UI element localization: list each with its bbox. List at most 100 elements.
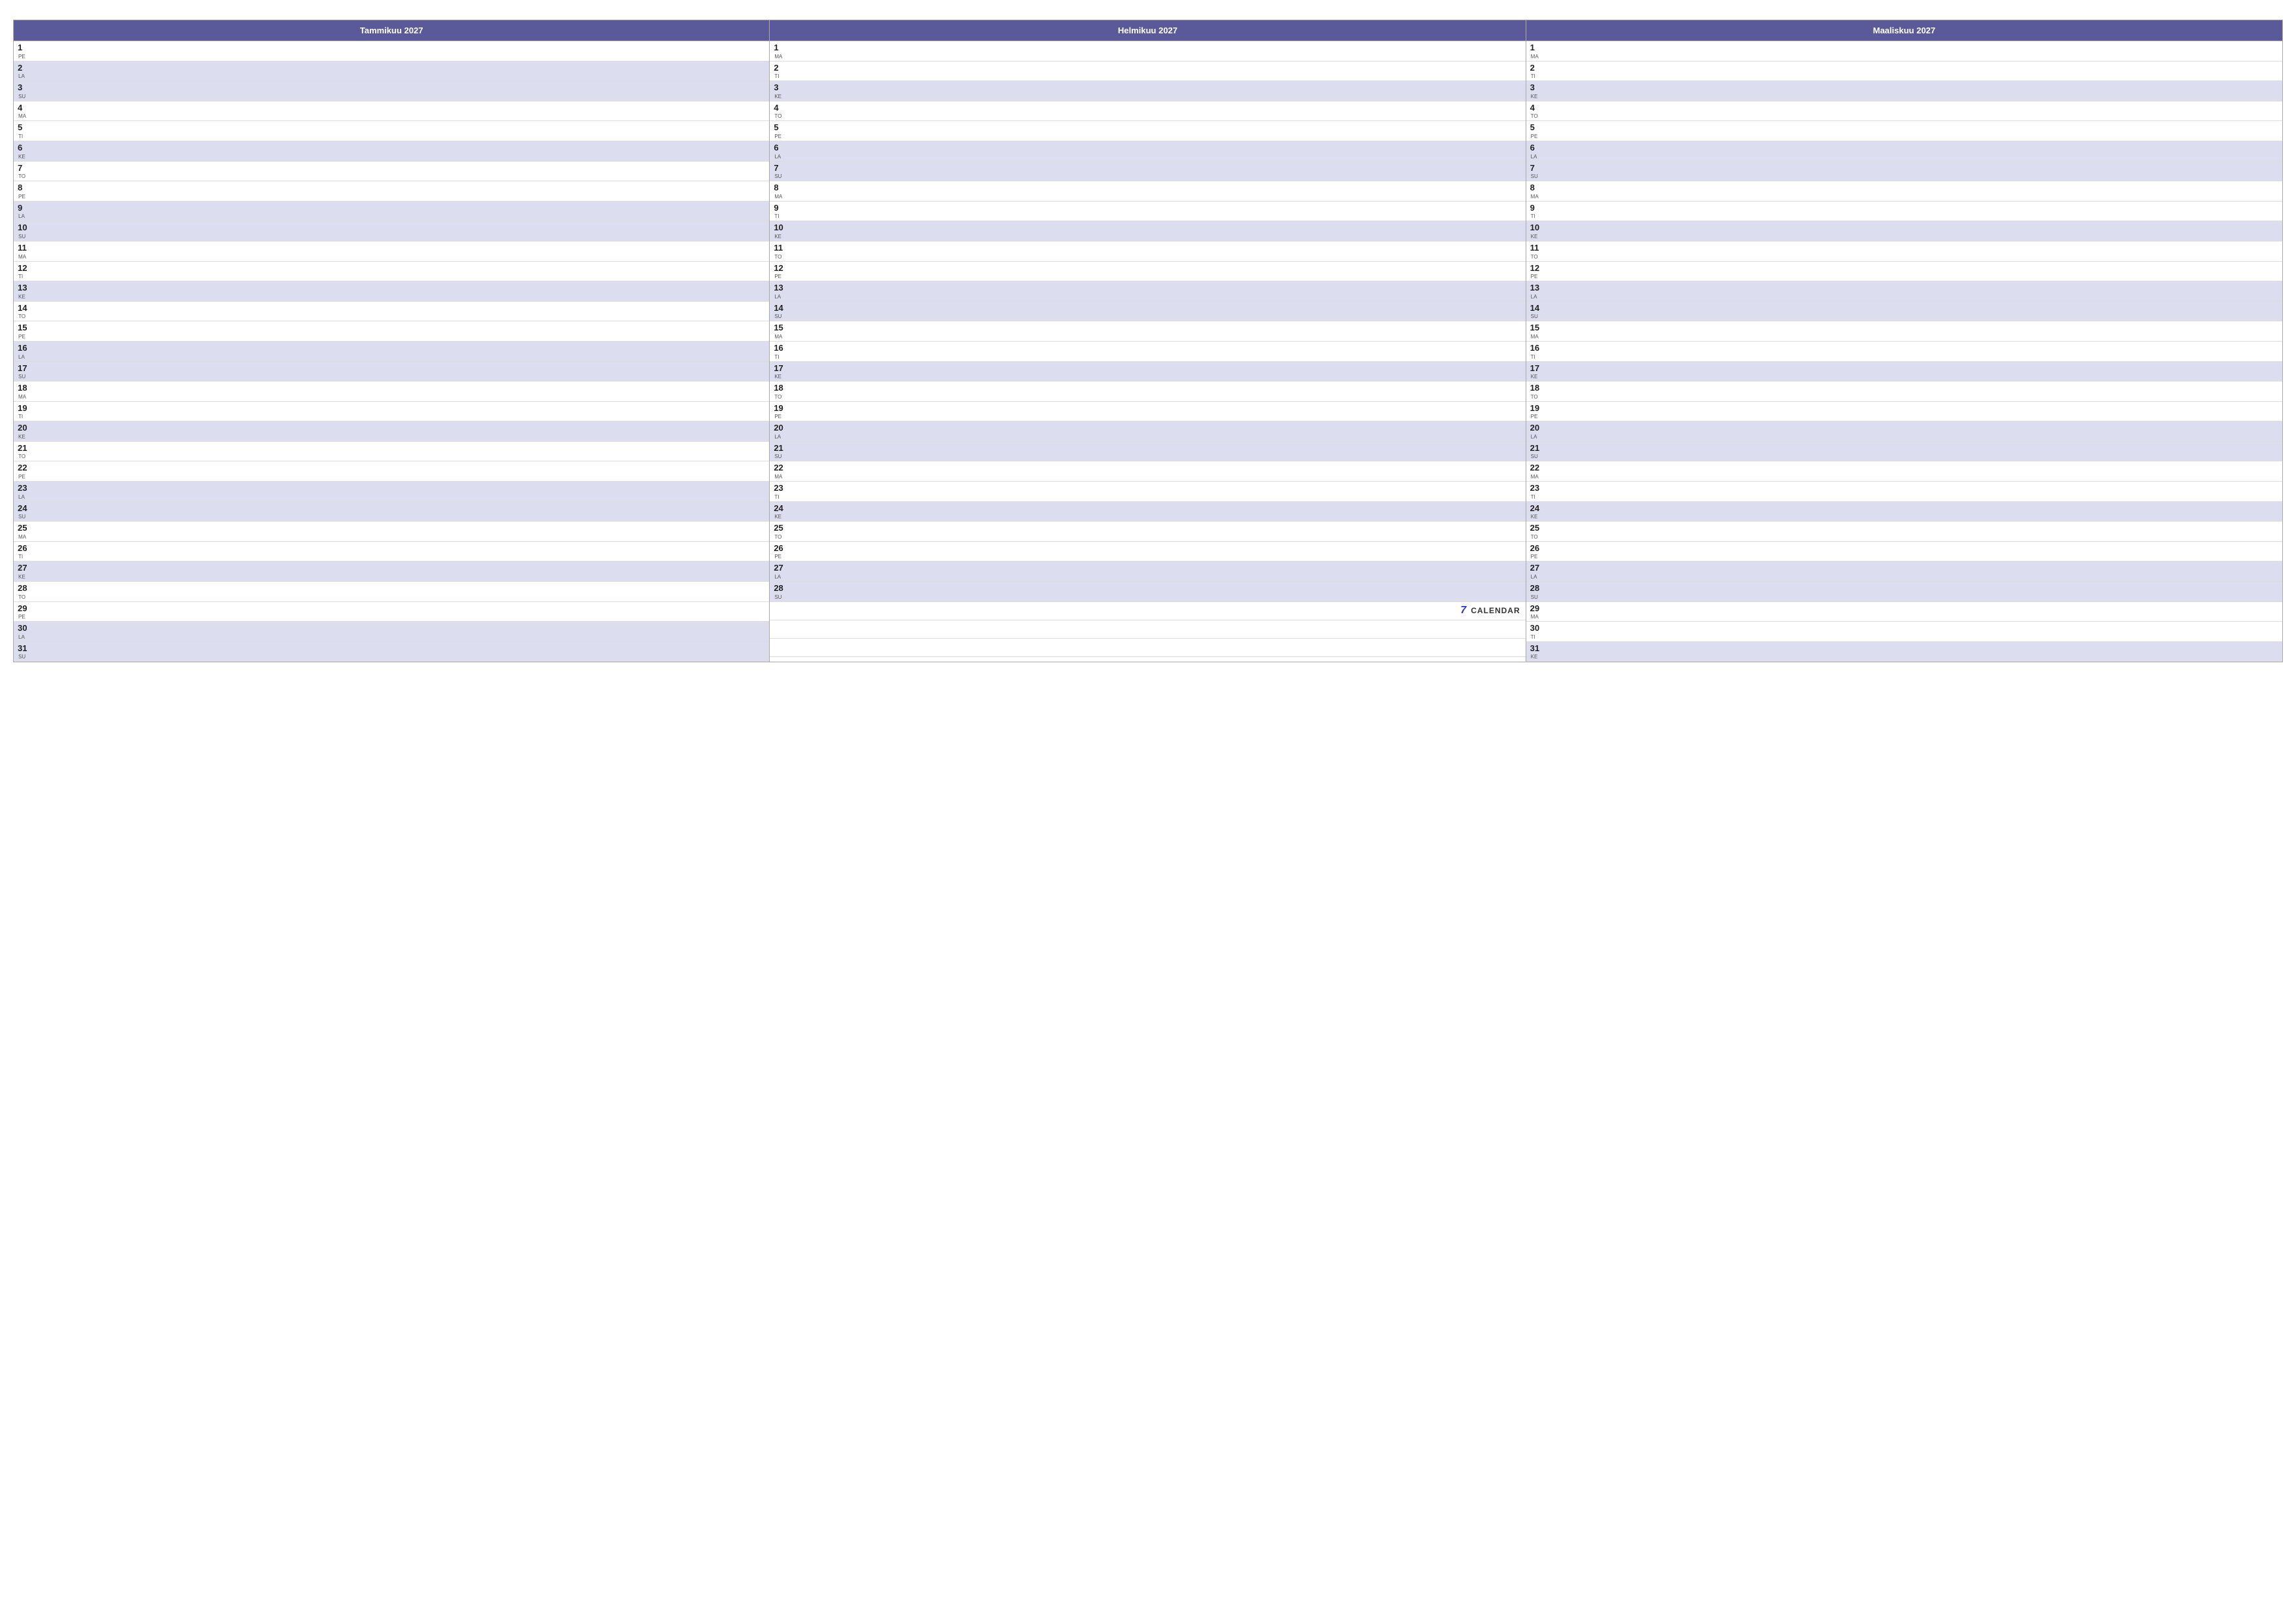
day-name: MA <box>18 395 32 400</box>
day-row: 14SU <box>770 302 1525 322</box>
day-row: 10SU <box>14 221 769 241</box>
day-name: KE <box>1531 234 1545 240</box>
calendar-grid: Tammikuu 20271PE2LA3SU4MA5TI6KE7TO8PE9LA… <box>13 20 2283 662</box>
day-number: 20 <box>18 423 32 433</box>
day-name: SU <box>1531 314 1545 319</box>
day-name: TI <box>18 554 32 560</box>
day-row: 21TO <box>14 442 769 462</box>
day-name: KE <box>18 154 32 160</box>
day-name: TI <box>18 274 32 279</box>
day-row: 7SU <box>770 162 1525 182</box>
month-header-1: Helmikuu 2027 <box>770 20 1525 41</box>
day-name: TI <box>1531 355 1545 360</box>
day-row: 15MA <box>770 321 1525 342</box>
day-row: 13LA <box>1526 281 2282 302</box>
day-row: 11TO <box>770 241 1525 262</box>
day-name: SU <box>18 374 32 380</box>
day-number: 18 <box>1530 383 1545 393</box>
day-number: 29 <box>1530 603 1545 614</box>
day-row: 9TI <box>770 202 1525 222</box>
day-row: 16LA <box>14 342 769 362</box>
day-number: 24 <box>1530 503 1545 514</box>
day-number: 12 <box>1530 263 1545 274</box>
day-number: 25 <box>18 523 32 533</box>
day-name: SU <box>774 454 788 459</box>
day-name: MA <box>1531 474 1545 480</box>
day-name: SU <box>1531 454 1545 459</box>
day-row: 25MA <box>14 522 769 542</box>
day-name: LA <box>1531 294 1545 300</box>
day-row: 5TI <box>14 121 769 141</box>
day-number: 17 <box>774 363 788 374</box>
day-name: MA <box>774 194 788 200</box>
day-row: 23TI <box>770 482 1525 502</box>
day-row: 22MA <box>770 461 1525 482</box>
day-row: 18TO <box>1526 382 2282 402</box>
day-name: SU <box>18 514 32 520</box>
day-number: 10 <box>1530 223 1545 233</box>
day-name: PE <box>1531 414 1545 419</box>
logo-icon: 7 <box>1460 605 1466 616</box>
day-name: PE <box>18 474 32 480</box>
day-row: 30LA <box>14 622 769 642</box>
day-name: PE <box>18 334 32 340</box>
day-row: 29PE <box>14 602 769 622</box>
day-row: 4MA <box>14 101 769 122</box>
day-number: 27 <box>18 563 32 573</box>
day-row: 14TO <box>14 302 769 322</box>
day-name: TI <box>774 214 788 219</box>
day-number: 11 <box>18 243 32 253</box>
day-row: 9LA <box>14 202 769 222</box>
day-number: 24 <box>774 503 788 514</box>
day-number: 25 <box>1530 523 1545 533</box>
day-name: LA <box>18 495 32 500</box>
day-row: 31SU <box>14 642 769 662</box>
day-name: LA <box>774 435 788 440</box>
day-name: TI <box>774 355 788 360</box>
day-number: 14 <box>1530 303 1545 313</box>
day-name: TO <box>18 454 32 459</box>
day-row: 11MA <box>14 241 769 262</box>
month-col-1: Helmikuu 20271MA2TI3KE4TO5PE6LA7SU8MA9TI… <box>770 20 1526 662</box>
day-name: TO <box>18 595 32 600</box>
day-number: 29 <box>18 603 32 614</box>
day-row: 8MA <box>770 181 1525 202</box>
day-name: PE <box>18 194 32 200</box>
day-number: 5 <box>774 122 788 133</box>
day-row: 27LA <box>1526 562 2282 582</box>
day-name: SU <box>18 94 32 99</box>
day-row: 27LA <box>770 562 1525 582</box>
day-number: 31 <box>18 643 32 654</box>
day-row: 23LA <box>14 482 769 502</box>
day-row: 6LA <box>1526 141 2282 162</box>
day-number: 7 <box>1530 163 1545 173</box>
day-number: 4 <box>18 103 32 113</box>
day-number: 27 <box>774 563 788 573</box>
day-number: 20 <box>1530 423 1545 433</box>
day-row: 12PE <box>1526 262 2282 282</box>
day-name: PE <box>18 54 32 60</box>
day-number: 12 <box>774 263 788 274</box>
day-number: 15 <box>1530 323 1545 333</box>
day-name: PE <box>774 274 788 279</box>
day-name: SU <box>1531 595 1545 600</box>
day-number: 21 <box>774 443 788 454</box>
day-name: KE <box>1531 374 1545 380</box>
day-number: 16 <box>18 343 32 353</box>
day-name: TO <box>774 114 788 119</box>
day-row: 17KE <box>770 362 1525 382</box>
day-number: 2 <box>774 63 788 73</box>
month-header-0: Tammikuu 2027 <box>14 20 769 41</box>
month-col-2: Maaliskuu 20271MA2TI3KE4TO5PE6LA7SU8MA9T… <box>1526 20 2282 662</box>
day-name: MA <box>774 334 788 340</box>
day-row: 30TI <box>1526 622 2282 642</box>
day-name: KE <box>18 435 32 440</box>
day-number: 9 <box>18 203 32 213</box>
day-row: 13LA <box>770 281 1525 302</box>
day-name: SU <box>18 654 32 660</box>
day-name: SU <box>774 595 788 600</box>
day-number: 7 <box>18 163 32 173</box>
day-row: 4TO <box>770 101 1525 122</box>
day-row: 15PE <box>14 321 769 342</box>
day-row: 20LA <box>770 421 1525 442</box>
